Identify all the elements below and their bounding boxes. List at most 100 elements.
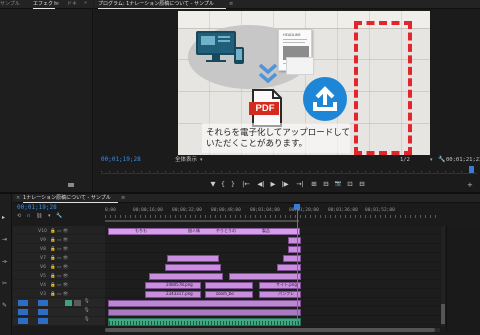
add-marker-icon[interactable]: ▾ bbox=[48, 213, 51, 219]
caption-line-1: それらを電子化してアップロードして bbox=[206, 128, 350, 138]
image-clip-label-4: サイト.png bbox=[276, 282, 297, 287]
snap-icon[interactable]: ∩ bbox=[27, 213, 31, 219]
zoom-select[interactable]: 全体表示 bbox=[175, 156, 197, 164]
lock-icon[interactable]: 🔒 ▭ 👁 bbox=[50, 254, 90, 263]
timeline-timecode[interactable]: 00;01;19;28 bbox=[17, 204, 57, 212]
dashed-red-frame bbox=[354, 21, 412, 155]
linked-selection-icon[interactable]: ⛓ bbox=[36, 213, 42, 219]
play-icon[interactable]: ▶ bbox=[268, 180, 278, 190]
resolution-select[interactable]: 1/2 bbox=[400, 156, 410, 164]
timeline-hscroll[interactable] bbox=[105, 328, 440, 332]
a2-src-patch[interactable] bbox=[18, 309, 28, 315]
step-forward-icon[interactable]: |▶ bbox=[278, 180, 292, 190]
track-v6[interactable]: V6 bbox=[40, 264, 46, 272]
graphic-clip[interactable] bbox=[288, 237, 301, 244]
mic-icon-a2[interactable]: 🎙 bbox=[84, 308, 90, 313]
track-v7[interactable]: V7 bbox=[40, 255, 46, 263]
more-icon[interactable]: » bbox=[84, 0, 87, 6]
timeline-tool-row: ⟲ ∩ ⛓ ▾ 🔧 bbox=[17, 212, 87, 220]
image-clip[interactable] bbox=[205, 282, 253, 289]
track-select-tool-icon[interactable]: ⇥ bbox=[2, 236, 7, 243]
track-v9[interactable]: V9 bbox=[40, 237, 46, 245]
timeline-settings-icon[interactable]: 🔧 bbox=[56, 213, 62, 219]
go-to-in-icon[interactable]: |← bbox=[238, 180, 254, 190]
a1-src-patch[interactable] bbox=[18, 300, 28, 306]
lock-icon[interactable]: 🔒 ▭ 👁 bbox=[50, 272, 90, 281]
solo-a1-button[interactable] bbox=[74, 300, 81, 306]
track-v5[interactable]: V5 bbox=[40, 273, 46, 281]
effects-panel: サンプル エフェクト ≡ ドキ » bbox=[0, 0, 93, 192]
extract-icon[interactable]: ⊟ bbox=[320, 180, 332, 190]
video-clip-v2[interactable] bbox=[108, 300, 301, 307]
text-clip-4: 製品 bbox=[262, 228, 270, 233]
graphic-clip[interactable] bbox=[165, 264, 221, 271]
add-button-icon[interactable]: + bbox=[467, 180, 473, 190]
program-menu-icon[interactable]: ≡ bbox=[229, 0, 233, 8]
mark-in-icon[interactable]: { bbox=[218, 180, 228, 190]
transport-bar: ▼ { } |← ◀| ▶ |▶ →| ⊞ ⊟ 📷 ⊡ ⊟ bbox=[208, 180, 398, 190]
track-lanes: もちも 個人情 やりとりの 製品 製品分 2480578.png サイト.png… bbox=[105, 204, 440, 326]
comparison-view-icon[interactable]: ⊡ bbox=[344, 180, 356, 190]
pen-tool-icon[interactable]: ✎ bbox=[2, 302, 7, 309]
playhead-handle[interactable] bbox=[294, 204, 300, 210]
program-current-time[interactable]: 00;01;19;28 bbox=[101, 156, 141, 164]
wrench-icon[interactable]: 🔧 bbox=[438, 156, 445, 164]
timeline-playhead[interactable] bbox=[297, 204, 298, 326]
text-clip-2: 個人情 bbox=[188, 228, 200, 233]
audio-track-headers: 🎙 🎙 🎙 bbox=[13, 299, 105, 326]
pdf-label: PDF bbox=[255, 103, 275, 114]
program-mini-ruler[interactable] bbox=[101, 166, 477, 174]
video-clip-v1[interactable] bbox=[108, 309, 301, 316]
resolution-chevron-down-icon[interactable]: ▾ bbox=[430, 156, 433, 164]
lock-icon[interactable]: 🔒 ▭ 👁 bbox=[50, 290, 90, 299]
text-clip-3: やりとりの bbox=[216, 228, 236, 233]
graphic-clip[interactable] bbox=[288, 246, 301, 253]
ripple-edit-tool-icon[interactable]: ⟛ bbox=[2, 258, 7, 266]
tools-panel: ▸ ⇥ ⟛ ✂ ✎ bbox=[0, 194, 12, 335]
a3-target[interactable] bbox=[38, 318, 48, 324]
timeline-menu-icon[interactable]: ≡ bbox=[121, 194, 125, 202]
mute-a1-button[interactable] bbox=[65, 300, 72, 306]
step-back-icon[interactable]: ◀| bbox=[254, 180, 268, 190]
scroll-thumb[interactable] bbox=[68, 183, 74, 187]
track-v10[interactable]: V10 bbox=[38, 228, 47, 236]
graphic-clip[interactable] bbox=[229, 273, 301, 280]
mark-out-icon[interactable]: } bbox=[228, 180, 238, 190]
mic-icon[interactable]: 🎙 bbox=[84, 299, 90, 304]
selection-tool-icon[interactable]: ▸ bbox=[2, 214, 5, 221]
a1-target[interactable] bbox=[38, 300, 48, 306]
timeline-vscroll[interactable] bbox=[441, 226, 445, 326]
timeline-close-icon[interactable]: × bbox=[16, 194, 20, 202]
effects-menu-icon[interactable]: ≡ bbox=[55, 0, 59, 8]
tab-sequence[interactable]: 1ナレーション原稿について - サンプル bbox=[23, 194, 111, 202]
mic-icon-a3[interactable]: 🎙 bbox=[84, 317, 90, 322]
nest-icon[interactable]: ⟲ bbox=[17, 213, 21, 219]
lock-icon[interactable]: 🔒 ▭ 👁 bbox=[50, 263, 90, 272]
graphic-clip[interactable] bbox=[283, 255, 301, 262]
lift-icon[interactable]: ⊞ bbox=[308, 180, 320, 190]
ruler-label-7: 00;01;52;00 bbox=[365, 208, 395, 213]
graphic-clip[interactable] bbox=[167, 255, 219, 262]
track-v8[interactable]: V8 bbox=[40, 246, 46, 254]
lock-icon[interactable]: 🔒 ▭ 👁 bbox=[50, 281, 90, 290]
a3-src-patch[interactable] bbox=[18, 318, 28, 324]
go-to-out-icon[interactable]: →| bbox=[292, 180, 308, 190]
track-v4[interactable]: V4 bbox=[40, 282, 46, 290]
tab-program[interactable]: プログラム: 1ナレーション原稿について - サンプル bbox=[98, 0, 214, 8]
audio-clip-a1[interactable] bbox=[108, 318, 301, 326]
marker-icon[interactable]: ▼ bbox=[208, 180, 218, 190]
program-playhead[interactable] bbox=[469, 166, 474, 173]
razor-tool-icon[interactable]: ✂ bbox=[2, 280, 7, 287]
phone-icon bbox=[234, 47, 244, 64]
vr-video-icon[interactable]: ⊟ bbox=[356, 180, 368, 190]
zoom-chevron-down-icon[interactable]: ▾ bbox=[200, 156, 203, 164]
tab-docs-partial[interactable]: ドキ bbox=[67, 0, 77, 8]
export-frame-icon[interactable]: 📷 bbox=[332, 180, 344, 190]
graphic-clip[interactable] bbox=[149, 273, 223, 280]
lock-icon[interactable]: 🔒 ▭ 👁 bbox=[50, 245, 90, 254]
lock-icon[interactable]: 🔒 ▭ 👁 bbox=[50, 227, 90, 236]
tab-sample-partial[interactable]: サンプル bbox=[0, 0, 20, 8]
a2-target[interactable] bbox=[38, 309, 48, 315]
work-area-bar[interactable] bbox=[105, 220, 299, 222]
lock-icon[interactable]: 🔒 ▭ 👁 bbox=[50, 236, 90, 245]
